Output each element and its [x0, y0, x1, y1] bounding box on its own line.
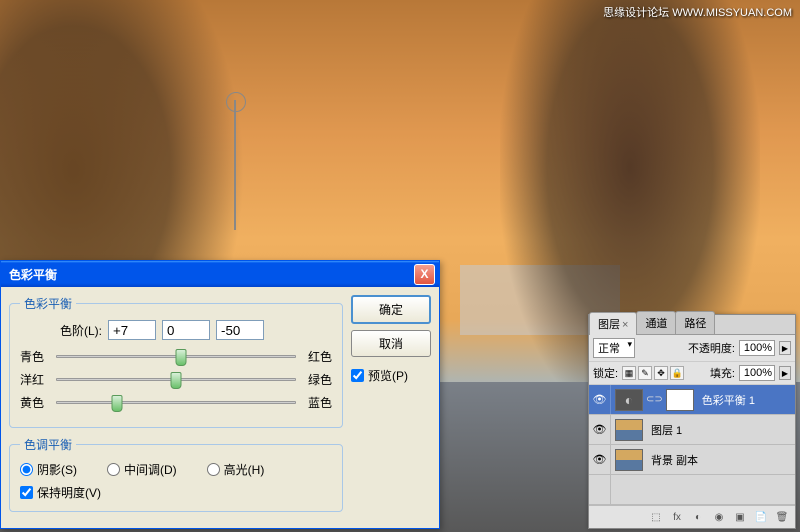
group-icon[interactable]: ▣ [731, 509, 749, 525]
opacity-arrow-icon[interactable]: ▶ [779, 341, 791, 355]
tab-close-icon[interactable]: × [622, 319, 628, 331]
tone-balance-group: 色调平衡 阴影(S) 中间调(D) 高光(H) 保持明度(V) [9, 436, 343, 512]
scene-tower [234, 100, 236, 230]
radio-midtones[interactable]: 中间调(D) [107, 461, 177, 478]
layer-thumb[interactable] [615, 449, 643, 471]
watermark-top: 思缘设计论坛 WWW.MISSYUAN.COM [603, 4, 792, 20]
slider-yellow-blue: 黄色 蓝色 [20, 394, 332, 411]
link-icon: ⊂⊃ [646, 394, 663, 405]
color-balance-dialog: 色彩平衡 X 色彩平衡 色阶(L): 青色 红色 洋红 [0, 260, 440, 529]
tab-layers[interactable]: 图层× [589, 312, 637, 335]
tone-legend: 色调平衡 [20, 436, 76, 453]
slider-thumb-2[interactable] [171, 372, 182, 389]
slider-thumb-1[interactable] [175, 349, 186, 366]
layer-thumb[interactable] [615, 419, 643, 441]
close-button[interactable]: X [414, 264, 435, 285]
level-cyan-red-input[interactable] [108, 320, 156, 340]
panel-footer: ⬚ fx ◐ ◉ ▣ 📄 🗑 [589, 505, 795, 528]
lock-all-icon[interactable]: 🔒 [670, 366, 684, 380]
slider-track-2[interactable] [56, 378, 296, 381]
adjustment-thumb[interactable]: ◐ [615, 389, 643, 411]
layer-empty-row [589, 475, 795, 505]
layer-list: 👁 ◐ ⊂⊃ 色彩平衡 1 👁 图层 1 👁 背景 副本 [589, 385, 795, 505]
link-layers-icon[interactable]: ⬚ [647, 509, 665, 525]
opacity-value[interactable]: 100% [739, 340, 775, 356]
mask-thumb[interactable] [666, 389, 694, 411]
tab-channels[interactable]: 通道 [636, 311, 676, 334]
fill-value[interactable]: 100% [739, 365, 775, 381]
dialog-title: 色彩平衡 [9, 266, 414, 283]
layer-name[interactable]: 图层 1 [647, 422, 682, 438]
ok-button[interactable]: 确定 [351, 295, 431, 324]
adjustment-icon[interactable]: ◉ [710, 509, 728, 525]
slider-track-1[interactable] [56, 355, 296, 358]
preserve-luminosity-checkbox[interactable]: 保持明度(V) [20, 484, 332, 501]
slider-magenta-green: 洋红 绿色 [20, 371, 332, 388]
panel-tabs: 图层× 通道 路径 [589, 315, 795, 335]
cancel-button[interactable]: 取消 [351, 330, 431, 357]
slider-cyan-red: 青色 红色 [20, 348, 332, 365]
levels-label: 色阶(L): [60, 322, 102, 339]
visibility-toggle[interactable]: 👁 [589, 385, 611, 414]
color-balance-group: 色彩平衡 色阶(L): 青色 红色 洋红 绿色 [9, 295, 343, 428]
dialog-titlebar[interactable]: 色彩平衡 X [1, 261, 439, 287]
fill-arrow-icon[interactable]: ▶ [779, 366, 791, 380]
layer-name[interactable]: 色彩平衡 1 [698, 392, 755, 408]
radio-shadows[interactable]: 阴影(S) [20, 461, 77, 478]
group-legend: 色彩平衡 [20, 295, 76, 312]
lock-transparent-icon[interactable]: ▦ [622, 366, 636, 380]
layer-item-color-balance[interactable]: 👁 ◐ ⊂⊃ 色彩平衡 1 [589, 385, 795, 415]
fill-label: 填充: [710, 365, 735, 381]
radio-highlights[interactable]: 高光(H) [207, 461, 265, 478]
close-icon: X [420, 267, 428, 281]
layer-item-layer1[interactable]: 👁 图层 1 [589, 415, 795, 445]
layer-name[interactable]: 背景 副本 [647, 452, 698, 468]
trash-icon[interactable]: 🗑 [773, 509, 791, 525]
lock-icons: ▦ ✎ ✥ 🔒 [622, 366, 684, 380]
opacity-label: 不透明度: [688, 340, 735, 356]
visibility-toggle[interactable]: 👁 [589, 445, 611, 474]
preview-checkbox[interactable]: 预览(P) [351, 367, 431, 384]
tab-paths[interactable]: 路径 [675, 311, 715, 334]
lock-label: 锁定: [593, 365, 618, 381]
blend-mode-dropdown[interactable]: 正常 [593, 338, 635, 358]
fx-icon[interactable]: fx [668, 509, 686, 525]
mask-icon[interactable]: ◐ [689, 509, 707, 525]
layer-item-background-copy[interactable]: 👁 背景 副本 [589, 445, 795, 475]
level-magenta-green-input[interactable] [162, 320, 210, 340]
new-layer-icon[interactable]: 📄 [752, 509, 770, 525]
visibility-toggle[interactable]: 👁 [589, 415, 611, 444]
layers-panel: 图层× 通道 路径 正常 不透明度: 100% ▶ 锁定: ▦ ✎ ✥ 🔒 填充… [588, 314, 796, 529]
level-yellow-blue-input[interactable] [216, 320, 264, 340]
slider-thumb-3[interactable] [111, 395, 122, 412]
lock-position-icon[interactable]: ✥ [654, 366, 668, 380]
slider-track-3[interactable] [56, 401, 296, 404]
lock-pixels-icon[interactable]: ✎ [638, 366, 652, 380]
